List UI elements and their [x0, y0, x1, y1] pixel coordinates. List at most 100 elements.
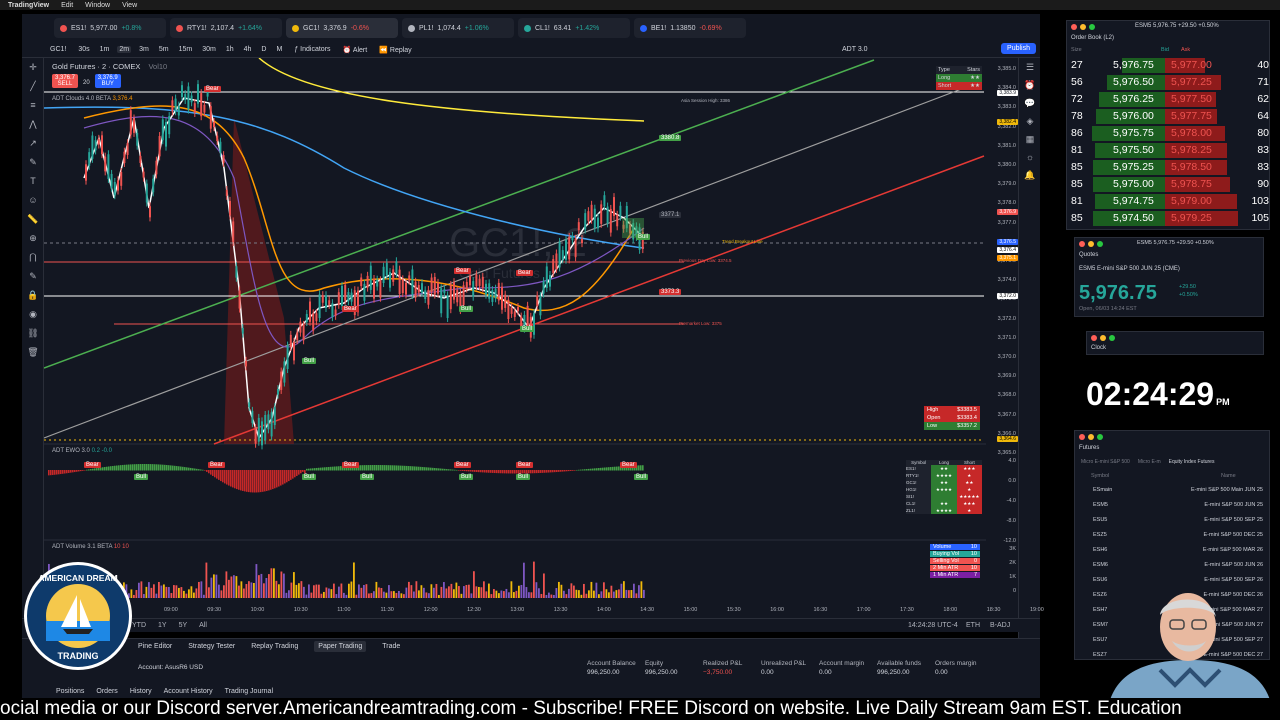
range-5y[interactable]: 5Y — [179, 622, 188, 629]
minimize-icon[interactable] — [1080, 24, 1086, 30]
brush-icon[interactable]: ✎ — [22, 153, 44, 172]
alerts-icon[interactable]: ⏰ — [1019, 76, 1041, 94]
ob-row[interactable]: 85 5,975.25 5,978.50 83 — [1067, 159, 1275, 176]
qty[interactable]: 20 — [80, 74, 93, 88]
symbol-search[interactable]: GC1! — [48, 46, 68, 53]
tab-trade[interactable]: Trade — [382, 643, 400, 650]
chat-icon[interactable]: 💬 — [1019, 94, 1041, 112]
zoom-icon[interactable] — [1097, 434, 1103, 440]
ob-row[interactable]: 81 5,975.50 5,978.25 83 — [1067, 142, 1275, 159]
futures-row[interactable]: ESU5 E-mini S&P 500 SEP 25 — [1075, 513, 1275, 528]
zoom-icon[interactable] — [1089, 24, 1095, 30]
futures-row[interactable]: ESM6 E-mini S&P 500 JUN 26 — [1075, 558, 1275, 573]
ob-row[interactable]: 27 5,976.75 5,977.00 40 — [1067, 57, 1275, 74]
tab-strategy-tester[interactable]: Strategy Tester — [188, 643, 235, 650]
futures-row[interactable]: ESH6 E-mini S&P 500 MAR 26 — [1075, 543, 1275, 558]
tab-paper-trading[interactable]: Paper Trading — [314, 641, 367, 652]
layout-name[interactable]: ADT 3.0 — [840, 46, 870, 53]
sell-button[interactable]: 3,376.7 SELL — [52, 74, 79, 88]
indicator-2-legend[interactable]: ADT EWO 3.0 0.2 -0.0 — [52, 448, 112, 454]
pattern-icon[interactable]: ⋀ — [22, 115, 44, 134]
link-icon[interactable]: ⛓ — [22, 324, 44, 343]
watchlist-icon[interactable]: ☰ — [1019, 58, 1041, 76]
publish-button[interactable]: Publish — [1001, 43, 1036, 54]
time-axis[interactable]: 09:00 09:30 10:00 10:30 11:00 11:30 12:00 12:30… — [44, 604, 1044, 618]
emoji-icon[interactable]: ☺ — [22, 191, 44, 210]
chart-title[interactable]: Gold Futures · 2 · COMEX Vol10 — [52, 62, 167, 71]
adj-toggle[interactable]: B-ADJ — [990, 622, 1010, 629]
ob-row[interactable]: 81 5,974.75 5,979.00 103 — [1067, 193, 1275, 210]
ideas-icon[interactable]: ☼ — [1019, 148, 1041, 166]
magnet-icon[interactable]: ⋂ — [22, 248, 44, 267]
tab-pine-editor[interactable]: Pine Editor — [138, 643, 172, 650]
ob-row[interactable]: 72 5,976.25 5,977.50 62 — [1067, 91, 1275, 108]
filter-3[interactable]: Equity Index Futures — [1169, 459, 1215, 465]
ob-row[interactable]: 85 5,974.50 5,979.25 105 — [1067, 210, 1275, 227]
interval-30m[interactable]: 30m — [200, 46, 218, 53]
ob-row[interactable]: 56 5,976.50 5,977.25 71 — [1067, 74, 1275, 91]
gray-trendline[interactable] — [43, 87, 965, 439]
close-icon[interactable] — [1071, 24, 1077, 30]
interval-5m[interactable]: 5m — [157, 46, 171, 53]
subtab-orders[interactable]: Orders — [96, 688, 117, 695]
tab-cl1[interactable]: CL1! 63.41 +1.42% — [518, 18, 630, 38]
interval-4h[interactable]: 4h — [242, 46, 254, 53]
calendar-icon[interactable]: ▦ — [1019, 130, 1041, 148]
futures-row[interactable]: ESmain E-mini S&P 500 Main JUN 25 — [1075, 483, 1275, 498]
tab-gc1[interactable]: GC1! 3,376.9 -0.6% — [286, 18, 398, 38]
interval-2m[interactable]: 2m — [117, 46, 132, 53]
interval-1h[interactable]: 1h — [224, 46, 236, 53]
indicators-button[interactable]: ƒ Indicators — [292, 46, 332, 53]
layers-icon[interactable]: ◈ — [1019, 112, 1041, 130]
zoom-icon[interactable]: ⊕ — [22, 229, 44, 248]
menu-edit[interactable]: Edit — [61, 2, 73, 9]
ob-row[interactable]: 86 5,975.75 5,978.00 80 — [1067, 125, 1275, 142]
minimize-icon[interactable] — [1100, 335, 1106, 341]
indicator-1-legend[interactable]: ADT Clouds 4.0 BETA 3,376.4 — [52, 96, 133, 102]
alert-button[interactable]: ⏰ Alert — [341, 46, 370, 54]
subtab-trading-journal[interactable]: Trading Journal — [225, 688, 273, 695]
lock-draw-icon[interactable]: ✎ — [22, 267, 44, 286]
session-toggle[interactable]: ETH — [966, 622, 980, 629]
chart-area[interactable]: GC1!, 2 Gold Futures Gold Futures · 2 · … — [43, 57, 1018, 618]
subtab-account-history[interactable]: Account History — [164, 688, 213, 695]
interval-3m[interactable]: 3m — [137, 46, 151, 53]
futures-row[interactable]: ESZ5 E-mini S&P 500 DEC 25 — [1075, 528, 1275, 543]
range-all[interactable]: All — [199, 622, 207, 629]
interval-1m[interactable]: 1m — [98, 46, 112, 53]
tab-rty1[interactable]: RTY1! 2,107.4 +1.64% — [170, 18, 282, 38]
trash-icon[interactable]: 🗑 — [22, 343, 44, 362]
ruler-icon[interactable]: 📏 — [22, 210, 44, 229]
tab-replay-trading[interactable]: Replay Trading — [251, 643, 298, 650]
subtab-history[interactable]: History — [130, 688, 152, 695]
chart-canvas[interactable]: GC1!, 2 Gold Futures — [43, 57, 1018, 618]
price-axis[interactable]: 3,385.0 3,384.0 3,383.0 3,382.0 3,381.0 3,380… — [986, 58, 1018, 618]
interval-30s[interactable]: 30s — [76, 46, 91, 53]
buy-button[interactable]: 3,376.9 BUY — [94, 74, 121, 88]
zoom-icon[interactable] — [1109, 335, 1115, 341]
interval-D[interactable]: D — [259, 46, 268, 53]
trendline-icon[interactable]: ╱ — [22, 77, 44, 96]
fib-icon[interactable]: ≡ — [22, 96, 44, 115]
tab-es1[interactable]: ES1! 5,977.00 +0.8% — [54, 18, 166, 38]
tab-pl1[interactable]: PL1! 1,074.4 +1.06% — [402, 18, 514, 38]
replay-button[interactable]: ⏪ Replay — [377, 46, 413, 54]
subtab-positions[interactable]: Positions — [56, 688, 84, 695]
zoom-icon[interactable] — [1097, 241, 1103, 247]
account-selector[interactable]: Account: AsusR6 USD — [138, 664, 203, 671]
eye-icon[interactable]: ◉ — [22, 305, 44, 324]
tab-be1[interactable]: BE1! 1.13850 -0.69% — [634, 18, 746, 38]
minimize-icon[interactable] — [1088, 434, 1094, 440]
range-1y[interactable]: 1Y — [158, 622, 167, 629]
forecast-icon[interactable]: ↗ — [22, 134, 44, 153]
interval-M[interactable]: M — [274, 46, 284, 53]
ob-row[interactable]: 85 5,975.00 5,978.75 90 — [1067, 176, 1275, 193]
filter-1[interactable]: Micro E-mini S&P 500 — [1081, 459, 1130, 465]
close-icon[interactable] — [1079, 434, 1085, 440]
filter-2[interactable]: Micro E-m — [1138, 459, 1161, 465]
indicator-3-legend[interactable]: ADT Volume 3.1 BETA 10 10 — [52, 544, 129, 550]
notifications-icon[interactable]: 🔔 — [1019, 166, 1041, 184]
app-name[interactable]: TradingView — [8, 2, 49, 9]
menu-window[interactable]: Window — [85, 2, 110, 9]
interval-15m[interactable]: 15m — [177, 46, 195, 53]
